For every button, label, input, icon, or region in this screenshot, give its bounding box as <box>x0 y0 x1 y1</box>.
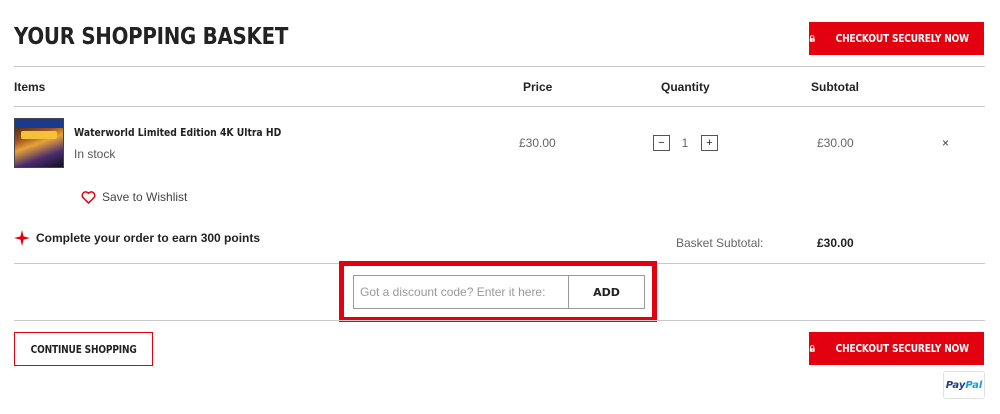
column-header-quantity: Quantity <box>661 80 710 94</box>
continue-shopping-button[interactable]: CONTINUE SHOPPING <box>14 332 153 366</box>
quantity-value: 1 <box>681 136 689 150</box>
stock-status: In stock <box>74 147 116 161</box>
page-title: YOUR SHOPPING BASKET <box>14 24 289 50</box>
checkout-button-label: CHECKOUT SECURELY NOW <box>836 342 970 355</box>
checkout-button-label: CHECKOUT SECURELY NOW <box>836 32 970 45</box>
divider <box>14 106 985 107</box>
add-discount-button[interactable]: ADD <box>568 275 645 309</box>
discount-code-input[interactable] <box>353 275 569 309</box>
points-text: Complete your order to earn 300 points <box>36 231 261 245</box>
star-icon <box>14 230 30 246</box>
column-header-items: Items <box>14 80 46 94</box>
save-to-wishlist-link[interactable]: Save to Wishlist <box>81 190 187 204</box>
heart-icon <box>81 190 96 204</box>
item-subtotal: £30.00 <box>817 136 854 150</box>
points-message: Complete your order to earn 300 points <box>14 230 260 246</box>
paypal-button[interactable]: Pay Pal <box>943 371 985 399</box>
continue-shopping-label: CONTINUE SHOPPING <box>30 342 137 356</box>
column-header-price: Price <box>523 80 553 94</box>
lock-icon <box>809 345 815 352</box>
paypal-logo-pal: Pal <box>965 379 983 391</box>
wishlist-label: Save to Wishlist <box>102 190 188 204</box>
checkout-button-bottom[interactable]: CHECKOUT SECURELY NOW <box>809 332 984 365</box>
basket-subtotal-value: £30.00 <box>817 236 854 250</box>
divider <box>14 66 985 67</box>
checkout-button-top[interactable]: CHECKOUT SECURELY NOW <box>809 22 984 55</box>
paypal-logo-pay: Pay <box>945 379 966 391</box>
quantity-increase-button[interactable]: + <box>701 135 718 151</box>
basket-subtotal-label: Basket Subtotal: <box>676 236 764 250</box>
remove-item-button[interactable]: × <box>942 136 949 150</box>
product-name[interactable]: Waterworld Limited Edition 4K Ultra HD <box>74 126 281 139</box>
column-header-subtotal: Subtotal <box>811 80 859 94</box>
product-thumbnail[interactable] <box>14 118 64 168</box>
item-price: £30.00 <box>519 136 556 150</box>
divider <box>14 320 985 321</box>
quantity-decrease-button[interactable]: − <box>653 135 670 151</box>
lock-icon <box>809 35 815 42</box>
